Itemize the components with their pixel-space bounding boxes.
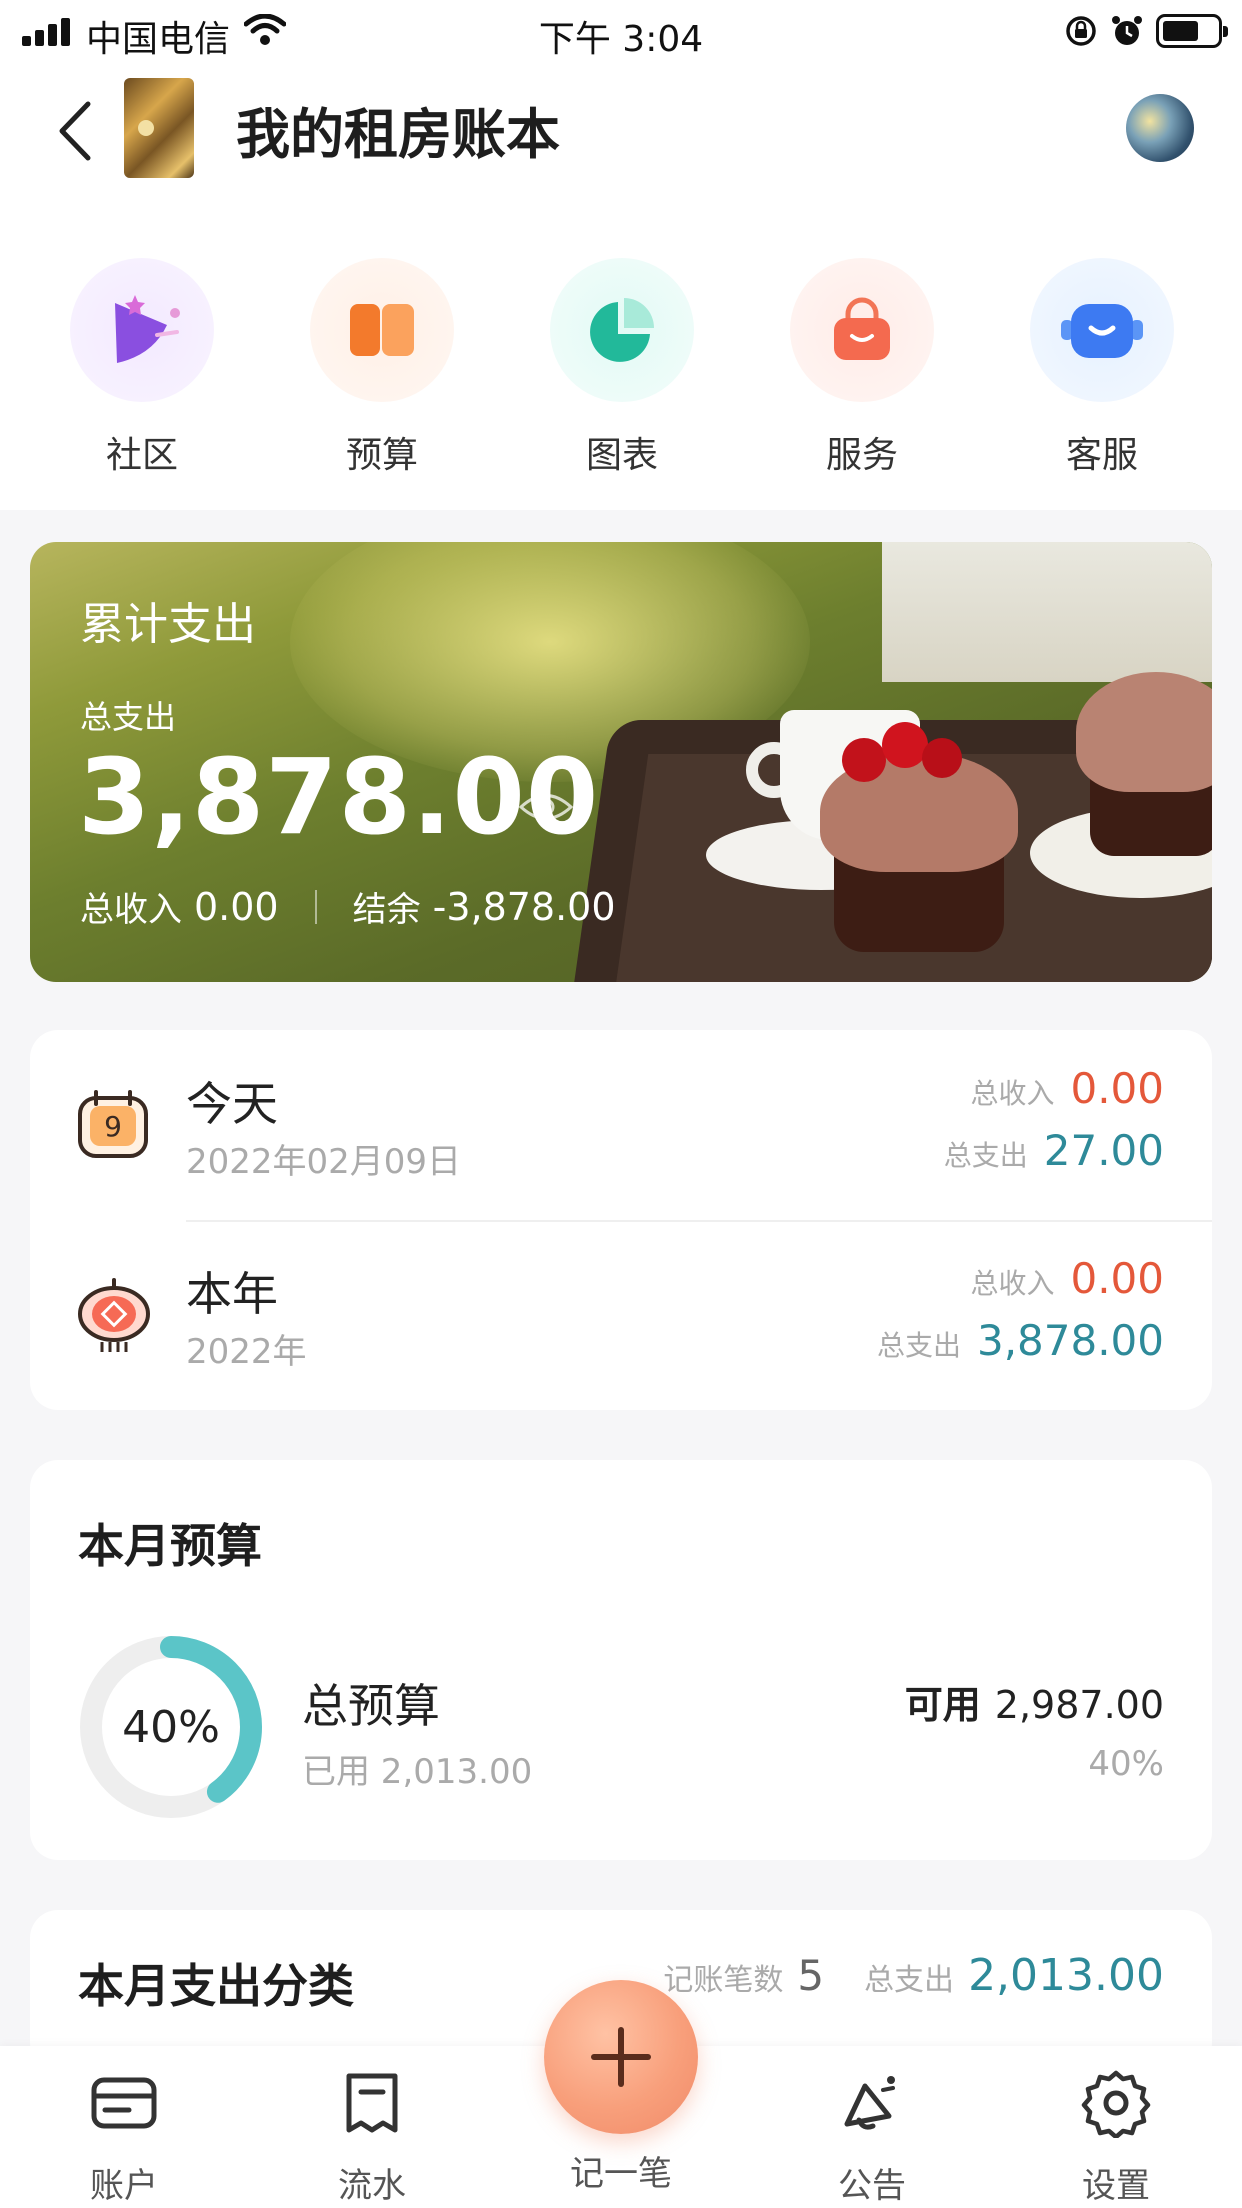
lantern-icon: [78, 1278, 150, 1352]
quick-menu: 社区 预算 图表 服务 客服: [0, 206, 1242, 510]
monthly-budget-card[interactable]: 本月预算 40% 总预算 已用 2,013.00 可用 2,987.00 40%: [30, 1460, 1212, 1860]
quick-item-budget[interactable]: 预算: [302, 258, 462, 478]
gear-icon: [1081, 2070, 1151, 2140]
status-icons: [1064, 14, 1228, 48]
alarm-icon: [1112, 16, 1142, 45]
summary-row-today[interactable]: 9 今天 2022年02月09日 总收入 0.00 总支出 27.00: [30, 1030, 1212, 1220]
tab-journal[interactable]: 流水: [302, 2068, 442, 2207]
hero-title: 累计支出: [80, 599, 256, 650]
budget-icon: [310, 258, 454, 402]
record-count-label: 记账笔数: [663, 1963, 784, 1998]
page-title: 我的租房账本: [236, 103, 560, 166]
eye-icon[interactable]: [518, 790, 574, 824]
tab-announcement[interactable]: 公告: [802, 2068, 942, 2207]
total-expense-label: 总支出: [80, 698, 177, 736]
rotation-lock-icon: [1066, 16, 1096, 46]
balance-label: 结余: [352, 890, 421, 930]
expense-label: 总支出: [876, 1329, 961, 1362]
summary-row-year[interactable]: 本年 2022年 总收入 0.00 总支出 3,878.00: [30, 1220, 1212, 1410]
quick-item-label: 预算: [345, 435, 418, 476]
tab-label: 公告: [838, 2166, 906, 2206]
tab-label: 账户: [90, 2166, 158, 2206]
quick-item-label: 图表: [585, 435, 658, 476]
income-label: 总收入: [970, 1077, 1055, 1110]
budget-title: 本月预算: [78, 1519, 262, 1573]
budget-percent: 40%: [122, 1701, 220, 1753]
divider: [314, 889, 317, 924]
budget-used: 已用 2,013.00: [302, 1752, 533, 1792]
summary-card: 9 今天 2022年02月09日 总收入 0.00 总支出 27.00 本年 2…: [30, 1030, 1212, 1410]
available-label: 可用: [904, 1683, 981, 1727]
income-amount: 0.00: [1070, 1254, 1164, 1303]
budget-percent-right: 40%: [1088, 1744, 1164, 1784]
summary-title: 本年: [186, 1267, 278, 1321]
quick-item-label: 服务: [825, 435, 898, 476]
budget-available: 可用 2,987.00: [905, 1674, 1164, 1729]
expense-amount: 3,878.00: [976, 1316, 1164, 1365]
available-amount: 2,987.00: [994, 1683, 1164, 1727]
summary-date: 2022年02月09日: [186, 1142, 462, 1182]
category-title: 本月支出分类: [78, 1959, 354, 2013]
expense-amount: 27.00: [1043, 1126, 1164, 1175]
total-income-amount: 0.00: [194, 884, 279, 929]
customer-service-icon: [1030, 258, 1174, 402]
add-record-label[interactable]: 记一笔: [521, 2146, 721, 2195]
back-arrow-icon[interactable]: [52, 96, 102, 166]
clock: 下午 3:04: [538, 19, 704, 60]
journal-icon: [346, 2073, 398, 2133]
add-record-button[interactable]: [544, 1980, 698, 2134]
book-cover-thumbnail[interactable]: [124, 78, 194, 178]
calendar-day-number: 9: [104, 1110, 122, 1143]
income-amount: 0.00: [1070, 1064, 1164, 1113]
status-bar: 中国电信 下午 3:04: [0, 0, 1242, 66]
category-expense-label: 总支出: [864, 1963, 955, 1998]
tab-label: 流水: [338, 2166, 406, 2206]
community-icon: [70, 258, 214, 402]
balance-amount: -3,878.00: [432, 884, 616, 929]
plus-icon: [591, 2027, 651, 2087]
tab-account[interactable]: 账户: [54, 2068, 194, 2207]
quick-item-customer-service[interactable]: 客服: [1022, 258, 1182, 478]
chart-icon: [550, 258, 694, 402]
total-expense-card[interactable]: 累计支出 总支出 3,878.00 总收入 0.00 结余 -3,878.00: [30, 542, 1212, 982]
calendar-icon: 9: [78, 1090, 148, 1158]
service-bag-icon: [790, 258, 934, 402]
quick-item-label: 客服: [1065, 435, 1138, 476]
avatar[interactable]: [1126, 94, 1194, 162]
record-count: 5: [797, 1951, 825, 2000]
account-card-icon: [91, 2077, 157, 2129]
budget-name: 总预算: [302, 1679, 440, 1733]
tab-settings[interactable]: 设置: [1046, 2068, 1186, 2207]
quick-item-chart[interactable]: 图表: [542, 258, 702, 478]
quick-item-community[interactable]: 社区: [62, 258, 222, 478]
summary-title: 今天: [186, 1077, 278, 1131]
summary-date: 2022年: [186, 1332, 307, 1372]
total-income-label: 总收入: [80, 890, 182, 930]
income-label: 总收入: [970, 1267, 1055, 1300]
header: 我的租房账本: [0, 66, 1242, 206]
quick-item-label: 社区: [105, 435, 178, 476]
quick-item-service[interactable]: 服务: [782, 258, 942, 478]
battery-icon: [1156, 14, 1228, 48]
announcement-icon: [844, 2076, 895, 2130]
expense-label: 总支出: [943, 1139, 1028, 1172]
tab-label: 设置: [1082, 2166, 1150, 2206]
category-expense-amount: 2,013.00: [968, 1950, 1164, 2001]
